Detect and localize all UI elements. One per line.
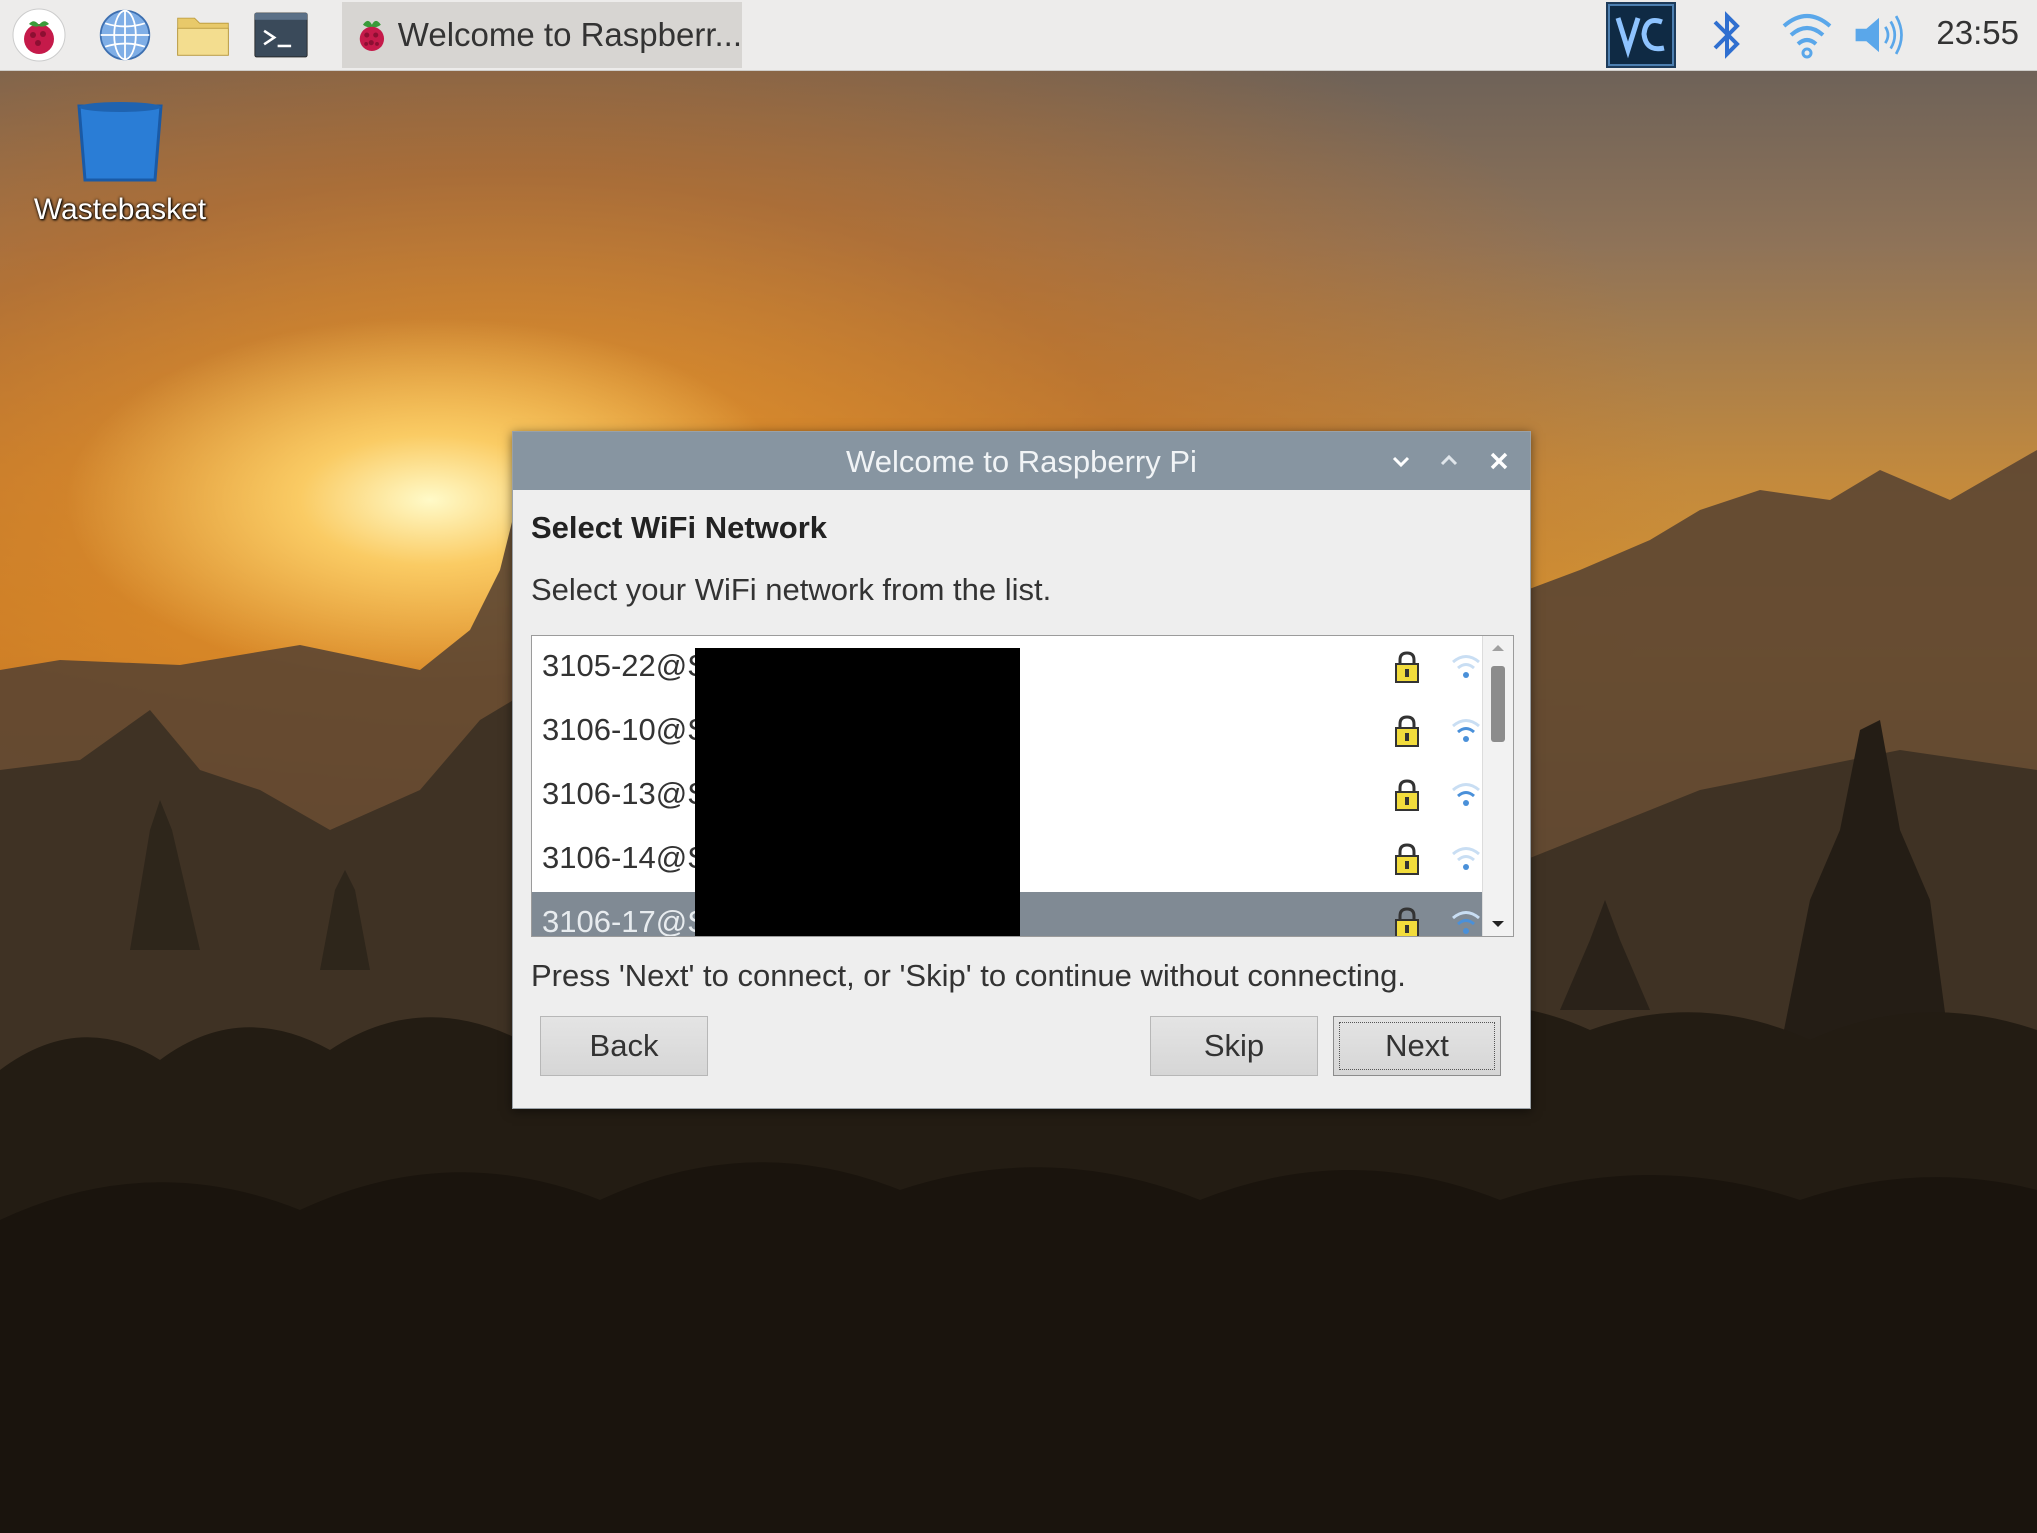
focus-ring [1339, 1022, 1495, 1070]
volume-icon [1855, 15, 1903, 55]
taskbar: Welcome to Raspberr... 23:55 [0, 0, 2037, 71]
skip-button[interactable]: Skip [1150, 1016, 1318, 1076]
lock-icon [1395, 907, 1419, 936]
bluetooth-icon [1713, 11, 1740, 59]
dialog-hint: Press 'Next' to connect, or 'Skip' to co… [531, 958, 1406, 993]
dialog-titlebar[interactable]: Welcome to Raspberry Pi [513, 432, 1530, 490]
maximize-button[interactable] [1430, 442, 1468, 480]
vnc-tray-button[interactable] [1606, 2, 1676, 68]
wifi-signal-icon [1452, 655, 1480, 678]
lock-icon [1395, 651, 1419, 683]
wifi-signal-icon [1452, 847, 1480, 870]
folder-icon [177, 17, 229, 56]
taskbar-window-button[interactable]: Welcome to Raspberr... [342, 2, 742, 68]
network-ssid: 3106-10@S [542, 712, 708, 747]
lock-icon [1395, 779, 1419, 811]
back-button[interactable]: Back [540, 1016, 708, 1076]
chevron-up-icon [1440, 454, 1458, 466]
dialog-instruction: Select your WiFi network from the list. [531, 572, 1052, 607]
scroll-thumb[interactable] [1491, 666, 1505, 742]
wifi-tray-button[interactable] [1780, 8, 1834, 62]
network-ssid: 3106-14@S [542, 840, 708, 875]
lock-icon [1395, 843, 1419, 875]
bluetooth-tray-button[interactable] [1700, 8, 1754, 62]
list-scrollbar[interactable] [1482, 636, 1513, 936]
wifi-signal-icon [1452, 783, 1480, 806]
scroll-down-icon[interactable] [1483, 914, 1513, 934]
clock[interactable]: 23:55 [1936, 14, 2019, 52]
scroll-up-icon[interactable] [1483, 638, 1513, 658]
globe-icon [99, 9, 151, 61]
network-ssid: 3105-22@S [542, 648, 708, 683]
redaction-box [695, 648, 1020, 936]
close-icon [1490, 452, 1508, 470]
raspberry-menu-button[interactable] [12, 8, 66, 62]
terminal-launcher[interactable] [254, 8, 308, 62]
welcome-dialog: Welcome to Raspberry Pi Select WiFi Netw… [512, 431, 1531, 1109]
file-manager-launcher[interactable] [176, 8, 230, 62]
minimize-button[interactable] [1382, 442, 1420, 480]
desktop-icon-label: Wastebasket [33, 193, 207, 226]
lock-icon [1395, 715, 1419, 747]
browser-launcher[interactable] [98, 8, 152, 62]
vnc-icon [1606, 2, 1676, 68]
chevron-down-icon [1392, 456, 1410, 468]
network-ssid: 3106-13@S [542, 776, 708, 811]
next-button[interactable]: Next [1333, 1016, 1501, 1076]
close-button[interactable] [1480, 442, 1518, 480]
network-ssid: 3106-17@S [542, 904, 708, 937]
wifi-signal-icon [1452, 911, 1480, 934]
wifi-icon [1782, 14, 1832, 59]
dialog-heading: Select WiFi Network [531, 510, 828, 545]
dialog-title: Welcome to Raspberry Pi [846, 444, 1197, 479]
terminal-icon [254, 12, 308, 58]
trash-icon [77, 102, 163, 182]
desktop-icon-wastebasket[interactable]: Wastebasket [20, 100, 220, 227]
raspberry-icon [359, 20, 385, 51]
volume-tray-button[interactable] [1852, 8, 1906, 62]
wifi-network-list[interactable]: 3105-22@S 3106-10@S 3106-13@S 3106-14@S 3106… [531, 635, 1514, 937]
taskbar-window-label: Welcome to Raspberr... [397, 16, 742, 53]
raspberry-icon [12, 8, 66, 62]
wifi-signal-icon [1452, 719, 1480, 742]
